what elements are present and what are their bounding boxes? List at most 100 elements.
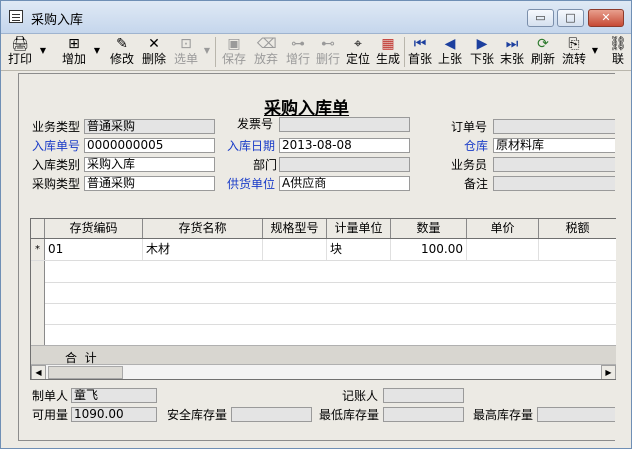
receipt-date-field[interactable]: 2013-08-08 xyxy=(279,138,410,153)
max-stock-label: 最高库存量 xyxy=(473,408,534,422)
scroll-left-icon[interactable]: ◀ xyxy=(31,365,46,379)
item-name-cell[interactable]: 木材 xyxy=(143,239,263,260)
receipt-category-field[interactable]: 采购入库 xyxy=(84,157,215,172)
select-button[interactable]: ⊡ 选单 ▼ xyxy=(171,34,210,70)
remark-field[interactable] xyxy=(493,176,615,191)
warehouse-label: 仓库 xyxy=(464,139,489,153)
available-label: 可用量 xyxy=(32,408,69,422)
maker-label: 制单人 xyxy=(32,389,69,403)
purchase-receipt-window: 采购入库 ▭ □ ✕ 🖨 打印 ▼ ⊞ 增加 ▼ ✎ 修改 ✕ 删除 ⊡ 选单 … xyxy=(0,0,632,449)
minimize-button[interactable]: ▭ xyxy=(527,9,554,27)
business-type-field[interactable]: 普通采购 xyxy=(84,119,215,134)
chevron-down-icon[interactable]: ▼ xyxy=(40,46,46,55)
item-code-cell[interactable]: 01 xyxy=(45,239,143,260)
save-button[interactable]: ▣ 保存 xyxy=(219,34,249,70)
supplier-label: 供货单位 xyxy=(227,177,276,191)
printer-icon: 🖨 xyxy=(11,36,29,52)
column-header[interactable]: 存货编码 xyxy=(45,219,143,238)
department-field[interactable] xyxy=(279,157,410,172)
discard-button[interactable]: ⌫ 放弃 xyxy=(251,34,281,70)
print-button[interactable]: 🖨 打印 ▼ xyxy=(3,34,46,70)
first-icon: ⏮ xyxy=(413,36,427,52)
locate-button[interactable]: ⌖ 定位 xyxy=(343,34,373,70)
chevron-down-icon[interactable]: ▼ xyxy=(94,46,100,55)
column-header[interactable]: 单价 xyxy=(467,219,539,238)
table-row-empty[interactable] xyxy=(31,261,616,283)
purchase-type-label: 采购类型 xyxy=(32,177,81,191)
select-icon: ⊡ xyxy=(180,36,192,52)
last-icon: ⏭ xyxy=(505,36,519,52)
salesperson-label: 业务员 xyxy=(451,158,488,172)
safety-stock-field xyxy=(231,407,312,422)
salesperson-field[interactable] xyxy=(493,157,615,172)
supplier-field[interactable]: A供应商 xyxy=(279,176,410,191)
receipt-category-label: 入库类别 xyxy=(32,158,81,172)
horizontal-scrollbar[interactable]: ◀ ▶ xyxy=(31,364,616,379)
generate-button[interactable]: ▦ 生成 xyxy=(373,34,403,70)
column-header[interactable]: 存货名称 xyxy=(143,219,263,238)
save-icon: ▣ xyxy=(227,36,241,52)
tax-cell[interactable] xyxy=(539,239,616,260)
first-record-button[interactable]: ⏮ 首张 xyxy=(405,34,435,70)
scroll-right-icon[interactable]: ▶ xyxy=(601,365,616,379)
department-label: 部门 xyxy=(253,158,278,172)
flow-button[interactable]: ⎘ 流转 ▼ xyxy=(559,34,598,70)
order-no-field[interactable] xyxy=(493,119,615,134)
quantity-cell[interactable]: 100.00 xyxy=(391,239,467,260)
invoice-no-field[interactable] xyxy=(279,117,410,132)
close-button[interactable]: ✕ xyxy=(588,9,624,27)
warehouse-field[interactable]: 原材料库 xyxy=(493,138,615,153)
row-marker xyxy=(31,303,45,324)
last-record-button[interactable]: ⏭ 末张 xyxy=(497,34,527,70)
spec-cell[interactable] xyxy=(263,239,327,260)
chevron-down-icon[interactable]: ▼ xyxy=(204,46,210,55)
min-stock-label: 最低库存量 xyxy=(319,408,380,422)
link-button[interactable]: ⛓ 联 xyxy=(607,34,629,70)
delete-row-button[interactable]: ⊷ 删行 xyxy=(313,34,343,70)
table-header: 存货编码 存货名称 规格型号 计量单位 数量 单价 税额 xyxy=(31,219,616,239)
window-title: 采购入库 xyxy=(31,13,84,28)
price-cell[interactable] xyxy=(467,239,539,260)
toolbar-divider xyxy=(215,37,216,67)
next-icon: ▶ xyxy=(476,36,488,52)
max-stock-field xyxy=(537,407,615,422)
chevron-down-icon[interactable]: ▼ xyxy=(592,46,598,55)
form-icon xyxy=(9,10,23,23)
flow-icon: ⎘ xyxy=(568,36,580,52)
maximize-button[interactable]: □ xyxy=(557,9,584,27)
column-header[interactable]: 数量 xyxy=(391,219,467,238)
safety-stock-label: 安全库存量 xyxy=(167,408,228,422)
bookkeeper-label: 记账人 xyxy=(342,389,379,403)
link-icon: ⛓ xyxy=(609,36,627,52)
line-items-table: 存货编码 存货名称 规格型号 计量单位 数量 单价 税额 * 01 木材 块 1… xyxy=(30,218,616,380)
scrollbar-thumb[interactable] xyxy=(48,366,123,379)
toolbar: 🖨 打印 ▼ ⊞ 增加 ▼ ✎ 修改 ✕ 删除 ⊡ 选单 ▼ ▣ 保存 ⌫ 放弃… xyxy=(1,34,631,71)
discard-icon: ⌫ xyxy=(257,36,277,52)
column-header[interactable]: 税额 xyxy=(539,219,616,238)
bookkeeper-field xyxy=(383,388,464,403)
column-header[interactable]: 计量单位 xyxy=(327,219,391,238)
edit-button[interactable]: ✎ 修改 xyxy=(107,34,137,70)
row-marker xyxy=(31,282,45,303)
receipt-no-field[interactable]: 0000000005 xyxy=(84,138,215,153)
column-header[interactable]: 规格型号 xyxy=(263,219,327,238)
purchase-type-field[interactable]: 普通采购 xyxy=(84,176,215,191)
unit-cell[interactable]: 块 xyxy=(327,239,391,260)
add-row-button[interactable]: ⊶ 增行 xyxy=(283,34,313,70)
table-row[interactable]: * 01 木材 块 100.00 xyxy=(31,239,616,261)
order-no-label: 订单号 xyxy=(451,120,488,134)
add-button[interactable]: ⊞ 增加 ▼ xyxy=(57,34,100,70)
table-row-empty[interactable] xyxy=(31,324,616,346)
table-row-empty[interactable] xyxy=(31,282,616,304)
delete-button[interactable]: ✕ 删除 xyxy=(139,34,169,70)
next-record-button[interactable]: ▶ 下张 xyxy=(467,34,497,70)
prev-record-button[interactable]: ◀ 上张 xyxy=(435,34,465,70)
total-row: 合 计 xyxy=(31,345,616,366)
row-header-corner xyxy=(31,219,45,238)
table-row-empty[interactable] xyxy=(31,303,616,325)
delete-icon: ✕ xyxy=(148,36,160,52)
receipt-date-label: 入库日期 xyxy=(227,139,276,153)
min-stock-field xyxy=(383,407,464,422)
add-icon: ⊞ xyxy=(68,36,80,52)
refresh-button[interactable]: ⟳ 刷新 xyxy=(528,34,558,70)
